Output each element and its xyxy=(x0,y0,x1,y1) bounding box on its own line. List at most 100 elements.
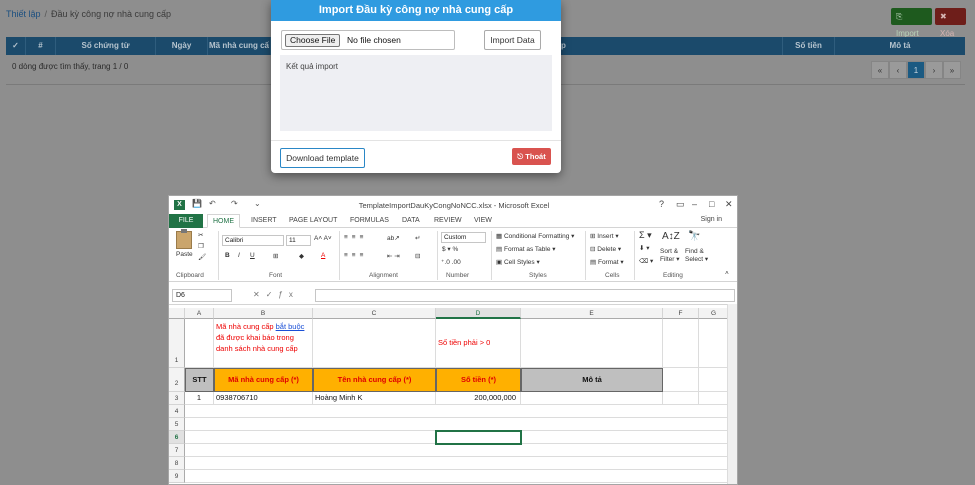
formula-icons[interactable]: ✕✓ƒx xyxy=(253,290,299,299)
decimal-icons[interactable]: ⁺.0 .00 xyxy=(441,258,461,266)
select-all-checkbox[interactable]: ✓ xyxy=(6,37,26,55)
row-header-6[interactable]: 6 xyxy=(169,431,185,444)
choose-file-button[interactable]: Choose File xyxy=(285,34,341,47)
col-ma-ncc[interactable]: Mã nhà cung cấ xyxy=(208,37,271,55)
cell-e3[interactable] xyxy=(521,392,663,405)
orientation-icon[interactable]: ab↗ xyxy=(387,234,400,242)
currency-icon[interactable]: $ ▾ % xyxy=(442,245,458,253)
row-header-1[interactable]: 1 xyxy=(169,319,185,368)
cell-a3[interactable]: 1 xyxy=(185,392,214,405)
delete-cells-button[interactable]: ⊟ Delete ▾ xyxy=(590,245,621,253)
header-ma-ncc[interactable]: Mã nhà cung cấp (*) xyxy=(214,368,313,392)
row-header-4[interactable]: 4 xyxy=(169,405,185,418)
col-header-b[interactable]: B xyxy=(214,308,313,319)
tab-view[interactable]: VIEW xyxy=(474,214,492,228)
merge-center-icon[interactable]: ⊟ xyxy=(415,252,420,260)
minimize-icon[interactable]: – xyxy=(692,199,697,209)
underline-icon[interactable]: U xyxy=(250,252,255,259)
row-8-cells[interactable] xyxy=(185,457,729,470)
copy-icon[interactable]: ❐ xyxy=(198,242,204,250)
vertical-scrollbar[interactable] xyxy=(727,304,737,484)
cell-b3[interactable]: 0938706710 xyxy=(214,392,313,405)
col-header-c[interactable]: C xyxy=(313,308,436,319)
font-color-icon[interactable]: A xyxy=(321,252,325,259)
import-button[interactable]: ⎘ Import xyxy=(891,8,932,38)
cell-e1[interactable] xyxy=(521,319,663,368)
col-so-tien[interactable]: Số tiền xyxy=(783,37,835,55)
format-as-table-button[interactable]: ▤ Format as Table ▾ xyxy=(496,245,556,253)
tab-file[interactable]: FILE xyxy=(169,214,203,228)
cell-g2[interactable] xyxy=(699,368,729,392)
row-header-2[interactable]: 2 xyxy=(169,368,185,392)
sort-filter-icon[interactable]: A↕Z xyxy=(662,231,680,242)
row-9-cells[interactable] xyxy=(185,470,729,483)
header-stt[interactable]: STT xyxy=(185,368,214,392)
paste-icon[interactable] xyxy=(176,229,192,249)
tab-formulas[interactable]: FORMULAS xyxy=(350,214,389,228)
sign-in-link[interactable]: Sign in xyxy=(701,216,722,223)
pager-prev[interactable]: ‹ xyxy=(889,61,907,79)
header-so-tien[interactable]: Số tiền (*) xyxy=(436,368,521,392)
delete-button[interactable]: ✖ Xóa xyxy=(935,8,966,38)
clear-icon[interactable]: ⌫ ▾ xyxy=(639,257,653,265)
name-box[interactable]: D6 xyxy=(172,289,232,302)
cell-d3[interactable]: 200,000,000 xyxy=(436,392,521,405)
vertical-align-icons[interactable]: ≡≡≡ xyxy=(344,234,367,241)
download-template-button[interactable]: Download template xyxy=(280,148,365,168)
cell-f2[interactable] xyxy=(663,368,699,392)
tab-page-layout[interactable]: PAGE LAYOUT xyxy=(289,214,337,228)
cell-d1-note[interactable]: Số tiền phải > 0 xyxy=(436,319,521,368)
col-header-a[interactable]: A xyxy=(185,308,214,319)
italic-icon[interactable]: I xyxy=(238,252,240,259)
col-header-d[interactable]: D xyxy=(436,308,521,319)
note-b1-link[interactable]: bắt buộc xyxy=(276,322,305,331)
sort-filter-button[interactable]: Sort & Filter ▾ xyxy=(660,248,680,264)
select-all-corner[interactable] xyxy=(169,308,185,319)
selected-cell-d6[interactable] xyxy=(435,430,522,445)
pager-first[interactable]: « xyxy=(871,61,889,79)
paste-button[interactable]: Paste xyxy=(176,251,193,258)
col-header-g[interactable]: G xyxy=(699,308,729,319)
exit-button[interactable]: ⎋ Thoát xyxy=(512,148,551,165)
find-select-button[interactable]: Find & Select ▾ xyxy=(685,248,708,264)
fill-color-icon[interactable]: ◆ xyxy=(299,252,304,260)
help-icon[interactable]: ? xyxy=(659,199,664,209)
col-header-f[interactable]: F xyxy=(663,308,699,319)
cell-c3[interactable]: Hoàng Minh K xyxy=(313,392,436,405)
format-cells-button[interactable]: ▤ Format ▾ xyxy=(590,258,624,266)
font-size-box[interactable]: 11 xyxy=(286,235,311,246)
format-painter-icon[interactable]: 🖌 xyxy=(198,253,206,261)
insert-cells-button[interactable]: ⊞ Insert ▾ xyxy=(590,232,619,240)
font-name-box[interactable]: Calibri xyxy=(222,235,284,246)
row-header-5[interactable]: 5 xyxy=(169,418,185,431)
col-mo-ta[interactable]: Mô tả xyxy=(835,37,965,55)
pager-next[interactable]: › xyxy=(925,61,943,79)
header-ten-ncc[interactable]: Tên nhà cung cấp (*) xyxy=(313,368,436,392)
pager-last[interactable]: » xyxy=(943,61,961,79)
cut-icon[interactable]: ✂ xyxy=(198,231,203,239)
maximize-icon[interactable]: □ xyxy=(709,199,714,209)
row-4-cells[interactable] xyxy=(185,405,729,418)
cell-a1[interactable] xyxy=(185,319,214,368)
tab-review[interactable]: REVIEW xyxy=(434,214,462,228)
pager-page-1[interactable]: 1 xyxy=(907,61,925,79)
row-header-3[interactable]: 3 xyxy=(169,392,185,405)
conditional-formatting-button[interactable]: ▦ Conditional Formatting ▾ xyxy=(496,232,574,240)
col-so-chung-tu[interactable]: Số chứng từ xyxy=(56,37,156,55)
collapse-ribbon-icon[interactable]: ˄ xyxy=(725,270,729,277)
borders-icon[interactable]: ⊞ xyxy=(273,252,278,260)
cell-styles-button[interactable]: ▣ Cell Styles ▾ xyxy=(496,258,540,266)
row-header-9[interactable]: 9 xyxy=(169,470,185,483)
horizontal-align-icons[interactable]: ≡≡≡ xyxy=(344,252,367,259)
import-data-button[interactable]: Import Data xyxy=(484,30,541,50)
col-ngay[interactable]: Ngày xyxy=(156,37,208,55)
indent-icons[interactable]: ⇤ ⇥ xyxy=(387,252,400,260)
autosum-icon[interactable]: Σ ▾ xyxy=(639,230,652,241)
row-header-7[interactable]: 7 xyxy=(169,444,185,457)
grow-font-icon[interactable]: A˄ A˅ xyxy=(314,235,332,242)
worksheet-grid[interactable]: A B C D E F G 1 2 3 4 5 6 7 8 9 Mã nhà c… xyxy=(169,308,737,484)
cell-f1[interactable] xyxy=(663,319,699,368)
cell-b1-note[interactable]: Mã nhà cung cấp bắt buộc đã được khai bá… xyxy=(214,319,313,368)
wrap-text-icon[interactable]: ↵ xyxy=(415,234,420,242)
cell-g1[interactable] xyxy=(699,319,729,368)
